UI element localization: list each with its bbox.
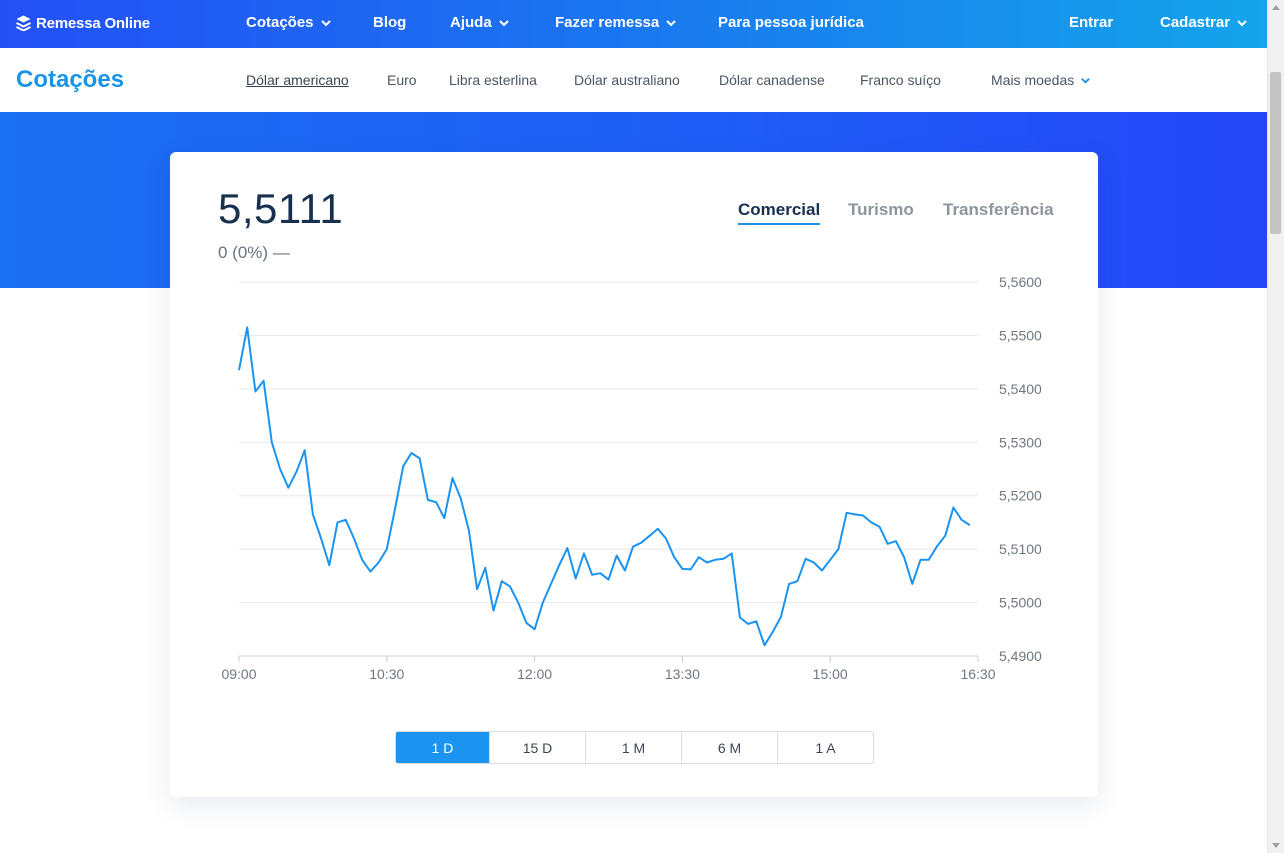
period-button-1a[interactable]: 1 A	[777, 732, 873, 763]
x-tick-label: 10:30	[369, 666, 404, 682]
logo[interactable]: Remessa Online	[16, 13, 150, 33]
period-button-1d[interactable]: 1 D	[396, 732, 489, 763]
currency-link-dolar-americano[interactable]: Dólar americano	[246, 72, 349, 88]
chevron-down-icon	[320, 19, 331, 26]
x-tick-label: 13:30	[665, 666, 700, 682]
x-tick-label: 15:00	[813, 666, 848, 682]
nav-item-blog[interactable]: Blog	[373, 14, 406, 31]
period-selector: 1 D 15 D 1 M 6 M 1 A	[395, 731, 874, 764]
more-currencies-dropdown[interactable]: Mais moedas	[991, 72, 1091, 88]
exchange-rate-chart: 5,4900 5,5000 5,5100 5,5200 5,5300 5,5400 5,55…	[221, 274, 1042, 682]
currency-link-euro[interactable]: Euro	[387, 72, 417, 88]
nav-item-label: Para pessoa jurídica	[718, 14, 864, 31]
nav-item-label: Blog	[373, 14, 407, 31]
currency-link-libra-esterlina[interactable]: Libra esterlina	[449, 72, 537, 88]
y-tick-label: 5,5600	[999, 274, 1042, 290]
chevron-down-icon	[1237, 19, 1247, 26]
quote-card: 5,5111 0 (0%) — Comercial Turismo Transf…	[170, 152, 1098, 797]
scroll-up-arrow-icon[interactable]	[1272, 5, 1280, 10]
x-tick-label: 09:00	[221, 666, 256, 682]
period-button-6m[interactable]: 6 M	[681, 732, 777, 763]
y-tick-label: 5,5200	[999, 488, 1042, 504]
currency-link-dolar-canadense[interactable]: Dólar canadense	[719, 72, 825, 88]
currency-link-dolar-australiano[interactable]: Dólar australiano	[574, 72, 680, 88]
y-tick-label: 5,4900	[999, 648, 1042, 664]
period-button-15d[interactable]: 15 D	[489, 732, 585, 763]
login-link[interactable]: Entrar	[1069, 14, 1113, 31]
page-title: Cotações	[16, 66, 125, 93]
more-currencies-label: Mais moedas	[991, 72, 1075, 88]
x-tick-label: 16:30	[960, 666, 995, 682]
nav-item-cotacoes[interactable]: Cotações	[246, 14, 332, 31]
logo-text: Remessa Online	[36, 14, 150, 32]
nav-item-label: Cotações	[246, 14, 314, 31]
nav-item-label: Fazer remessa	[555, 14, 660, 31]
chevron-down-icon	[1081, 77, 1091, 84]
x-tick-label: 12:00	[517, 666, 552, 682]
signup-label: Cadastrar	[1160, 14, 1231, 31]
login-label: Entrar	[1069, 14, 1114, 31]
logo-icon	[16, 15, 31, 31]
y-tick-label: 5,5000	[999, 595, 1042, 611]
y-tick-label: 5,5300	[999, 434, 1042, 450]
currency-link-franco-suico[interactable]: Franco suíço	[860, 72, 941, 88]
chevron-down-icon	[666, 19, 676, 26]
nav-item-fazer-remessa[interactable]: Fazer remessa	[555, 14, 677, 31]
period-button-1m[interactable]: 1 M	[585, 732, 681, 763]
chevron-down-icon	[498, 19, 509, 26]
y-tick-label: 5,5100	[999, 541, 1042, 557]
nav-item-ajuda[interactable]: Ajuda	[450, 14, 510, 31]
scroll-down-arrow-icon[interactable]	[1272, 843, 1280, 848]
nav-item-label: Ajuda	[450, 14, 492, 31]
nav-item-pessoa-juridica[interactable]: Para pessoa jurídica	[718, 14, 864, 31]
top-navigation-bar: Remessa Online Cotações Blog Ajuda Fazer…	[0, 0, 1267, 48]
rate-series-line	[238, 326, 971, 647]
signup-menu[interactable]: Cadastrar	[1160, 14, 1248, 31]
y-tick-label: 5,5500	[999, 327, 1042, 343]
y-tick-label: 5,5400	[999, 381, 1042, 397]
scrollbar-thumb[interactable]	[1270, 72, 1281, 234]
